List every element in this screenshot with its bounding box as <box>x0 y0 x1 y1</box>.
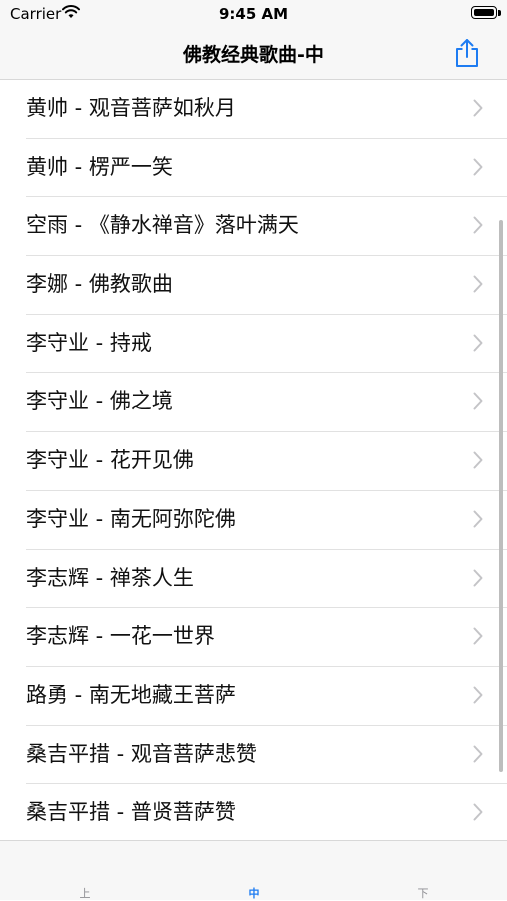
list-item-label: 李守业 - 持戒 <box>26 330 152 355</box>
chevron-right-icon <box>473 99 483 117</box>
list-item[interactable]: 路勇 - 南无地藏王菩萨 <box>0 667 507 726</box>
list-item-label: 李娜 - 佛教歌曲 <box>26 272 173 297</box>
chevron-right-icon <box>473 158 483 176</box>
chevron-right-icon <box>473 745 483 763</box>
list-item[interactable]: 黄帅 - 楞严一笑 <box>0 139 507 198</box>
list-item[interactable]: 黄帅 - 观音菩萨如秋月 <box>0 80 507 139</box>
chevron-right-icon <box>473 216 483 234</box>
tab-middle[interactable]: 中 <box>224 885 284 901</box>
list-item-label: 路勇 - 南无地藏王菩萨 <box>26 682 236 707</box>
list-item[interactable]: 李娜 - 佛教歌曲 <box>0 256 507 315</box>
chevron-right-icon <box>473 334 483 352</box>
chevron-right-icon <box>473 627 483 645</box>
chevron-right-icon <box>473 569 483 586</box>
list-item[interactable]: 李守业 - 南无阿弥陀佛 <box>0 491 507 550</box>
chevron-right-icon <box>473 803 483 821</box>
chevron-right-icon <box>473 510 483 528</box>
status-bar: Carrier 9:45 AM <box>0 0 507 28</box>
list-item[interactable]: 李守业 - 持戒 <box>0 315 507 374</box>
list-item[interactable]: 李守业 - 佛之境 <box>0 373 507 433</box>
navigation-bar: 佛教经典歌曲-中 <box>0 28 507 80</box>
list-item-label: 李守业 - 南无阿弥陀佛 <box>26 506 236 531</box>
page-title: 佛教经典歌曲-中 <box>183 44 324 66</box>
tab-down[interactable]: 下 <box>393 885 453 901</box>
list-item[interactable]: 李志辉 - 一花一世界 <box>0 608 507 667</box>
list-item[interactable]: 李志辉 - 禅茶人生 <box>0 550 507 609</box>
status-time: 9:45 AM <box>218 5 289 23</box>
list-item-label: 李守业 - 佛之境 <box>26 389 173 414</box>
list-item-label: 李志辉 - 禅茶人生 <box>26 565 194 590</box>
list-item-label: 空雨 - 《静水禅音》落叶满天 <box>26 213 299 238</box>
scrollbar[interactable] <box>499 220 503 772</box>
tab-bar: 上中下 <box>0 840 507 900</box>
share-icon[interactable] <box>453 37 481 69</box>
list-item-label: 桑吉平措 - 普贤菩萨赞 <box>26 800 236 825</box>
song-list[interactable]: 黄帅 - 观音菩萨如秋月 黄帅 - 楞严一笑空雨 - 《静水禅音》落叶满天 李娜 -… <box>0 80 507 840</box>
list-item[interactable]: 桑吉平措 - 普贤菩萨赞 <box>0 784 507 840</box>
list-item-label: 黄帅 - 楞严一笑 <box>26 154 173 179</box>
chevron-right-icon <box>473 392 483 410</box>
list-item-label: 李志辉 - 一花一世界 <box>26 624 215 649</box>
tab-up[interactable]: 上 <box>55 885 115 901</box>
list-item[interactable]: 空雨 - 《静水禅音》落叶满天 <box>0 197 507 257</box>
chevron-right-icon <box>473 686 483 704</box>
list-item[interactable]: 李守业 - 花开见佛 <box>0 432 507 491</box>
list-item-label: 李守业 - 花开见佛 <box>26 448 194 473</box>
battery-tip <box>498 10 501 16</box>
list-item-label: 桑吉平措 - 观音菩萨悲赞 <box>26 741 257 766</box>
chevron-right-icon <box>473 451 483 469</box>
list-item-label: 黄帅 - 观音菩萨如秋月 <box>26 96 236 120</box>
list-item[interactable]: 桑吉平措 - 观音菩萨悲赞 <box>0 726 507 785</box>
chevron-right-icon <box>473 275 483 293</box>
battery-icon <box>471 6 497 19</box>
